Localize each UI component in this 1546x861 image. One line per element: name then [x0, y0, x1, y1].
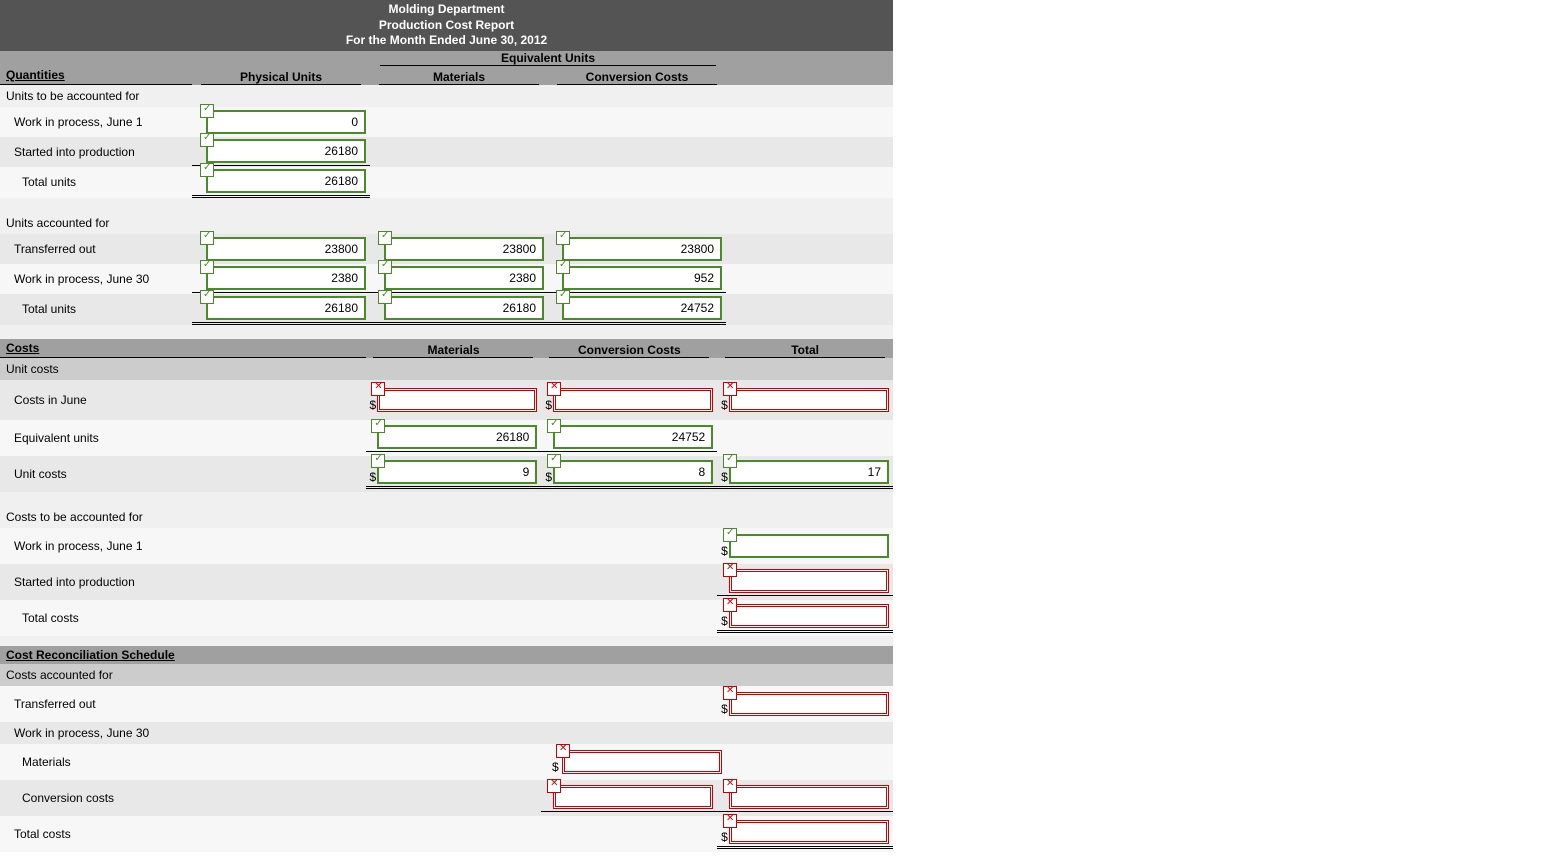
- wip30-conv2-input[interactable]: [553, 785, 713, 809]
- trans-total-input[interactable]: [729, 692, 889, 716]
- wip30-total2-input[interactable]: [729, 785, 889, 809]
- costs-june-row: Costs in June $ $ $: [0, 380, 893, 420]
- trans-mat-input[interactable]: [384, 237, 544, 261]
- trans-costs-row: Transferred out $: [0, 686, 893, 722]
- tc-total-input[interactable]: [729, 604, 889, 628]
- wip-jun1-row: Work in process, June 1: [0, 107, 893, 137]
- equivalent-units-header: Equivalent Units: [380, 51, 716, 66]
- total2-conv-input[interactable]: [562, 296, 722, 320]
- total-header: Total: [725, 343, 885, 358]
- wip30-mat2-input[interactable]: [562, 750, 722, 774]
- wip30-costs-row: Work in process, June 30: [0, 722, 893, 744]
- materials-header: Materials: [379, 70, 539, 85]
- trans-conv-input[interactable]: [562, 237, 722, 261]
- crs-header: Cost Reconciliation Schedule: [0, 646, 893, 664]
- wip-jun1-phys-input[interactable]: [206, 110, 366, 134]
- costs-header: Costs Materials Conversion Costs Total: [0, 339, 893, 358]
- physical-units-header: Physical Units: [201, 70, 361, 85]
- wip1-total-input[interactable]: [729, 534, 889, 558]
- total2-phys-input[interactable]: [206, 296, 366, 320]
- costs-label: Costs: [0, 339, 366, 358]
- title-l4: For the Month Ended June 30, 2012: [0, 33, 893, 49]
- wip30-mat-input[interactable]: [384, 266, 544, 290]
- wip30-conv-input[interactable]: [562, 266, 722, 290]
- uc-conv-input[interactable]: [553, 460, 713, 484]
- costs-af-row: Costs accounted for: [0, 664, 893, 686]
- quantities-subheader: Quantities Physical Units Materials Conv…: [0, 66, 893, 85]
- eq-conv-input[interactable]: [553, 425, 713, 449]
- wip1-costs-row: Work in process, June 1 $: [0, 528, 893, 564]
- uc-total-input[interactable]: [729, 460, 889, 484]
- quantities-label: Quantities: [0, 66, 192, 85]
- unit-costs-sec-row: Unit costs: [0, 358, 893, 380]
- costs-materials-header: Materials: [373, 343, 533, 358]
- conv-costs-row: Conversion costs: [0, 780, 893, 816]
- trans-phys-input[interactable]: [206, 237, 366, 261]
- wip30-phys-input[interactable]: [206, 266, 366, 290]
- costs-june-mat-input[interactable]: [377, 388, 537, 412]
- unit-costs-row: Unit costs $ $ $: [0, 456, 893, 492]
- costs-tba-row: Costs to be accounted for: [0, 506, 893, 528]
- title-l2: Molding Department: [0, 2, 893, 18]
- total-costs2-row: Total costs $: [0, 816, 893, 852]
- title-l3: Production Cost Report: [0, 18, 893, 34]
- conversion-header: Conversion Costs: [557, 70, 717, 85]
- costs-conversion-header: Conversion Costs: [549, 343, 709, 358]
- quantities-header: Equivalent Units: [0, 51, 893, 66]
- costs-june-conv-input[interactable]: [553, 388, 713, 412]
- report-title: Molding Department Production Cost Repor…: [0, 0, 893, 51]
- started-total-input[interactable]: [729, 569, 889, 593]
- report-container: Molding Department Production Cost Repor…: [0, 0, 893, 852]
- started-costs-row: Started into production: [0, 564, 893, 600]
- eq-mat-input[interactable]: [377, 425, 537, 449]
- total2-mat-input[interactable]: [384, 296, 544, 320]
- units-tba-row: Units to be accounted for: [0, 85, 893, 107]
- units-af-row: Units accounted for: [0, 212, 893, 234]
- eq-units-row: Equivalent units: [0, 420, 893, 456]
- tc2-total-input[interactable]: [729, 820, 889, 844]
- started-row: Started into production: [0, 137, 893, 167]
- total-costs-row: Total costs $: [0, 600, 893, 636]
- uc-mat-input[interactable]: [377, 460, 537, 484]
- started-phys-input[interactable]: [206, 139, 366, 163]
- costs-june-total-input[interactable]: [729, 388, 889, 412]
- wip30-row: Work in process, June 30: [0, 264, 893, 294]
- materials-costs-row: Materials $: [0, 744, 893, 780]
- total-units-phys-input[interactable]: [206, 169, 366, 193]
- transferred-row: Transferred out: [0, 234, 893, 264]
- total-units-row: Total units: [0, 167, 893, 198]
- total-units2-row: Total units: [0, 294, 893, 325]
